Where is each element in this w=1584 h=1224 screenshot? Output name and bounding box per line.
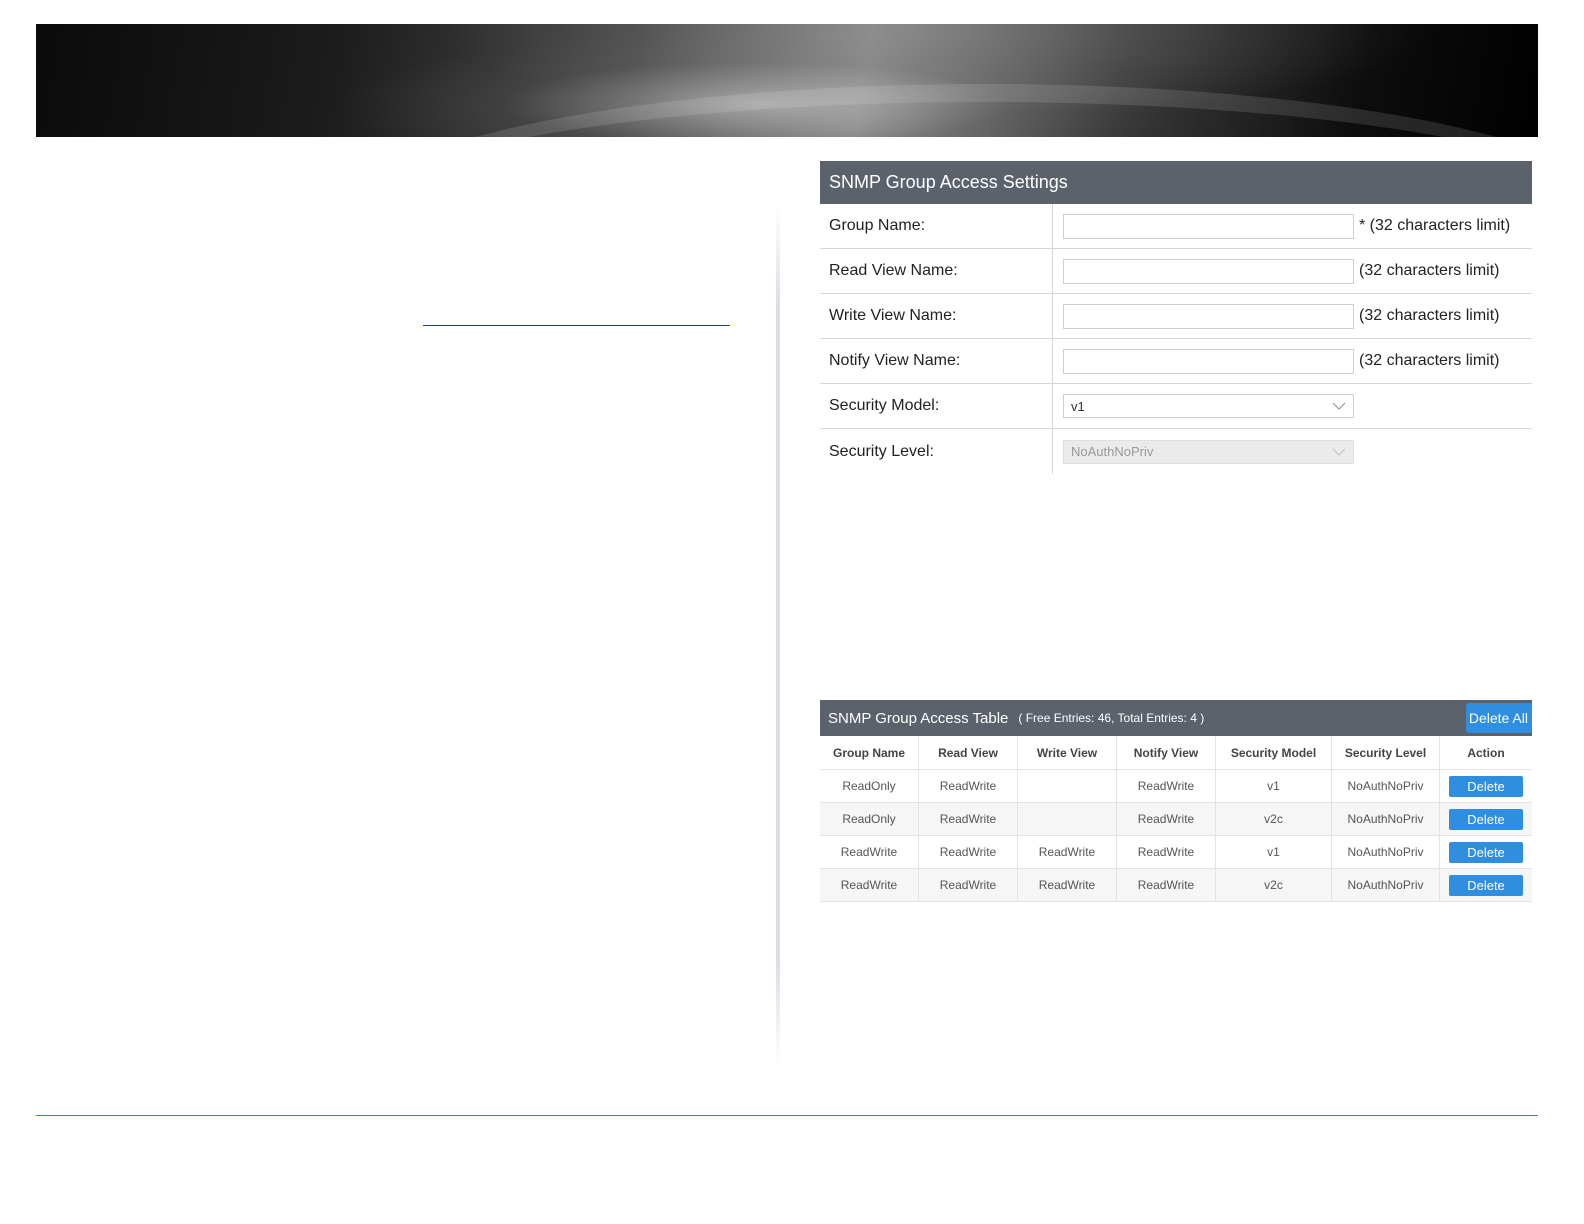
cell-write-view xyxy=(1017,802,1117,836)
notify-view-name-hint: (32 characters limit) xyxy=(1359,352,1500,369)
cell-write-view xyxy=(1017,769,1117,803)
security-level-row: Security Level: NoAuthNoPriv xyxy=(820,429,1532,474)
delete-button[interactable]: Delete xyxy=(1449,841,1523,863)
table-row: ReadOnly ReadWrite ReadWrite v1 NoAuthNo… xyxy=(820,769,1532,803)
cell-action: Delete xyxy=(1439,835,1532,869)
security-model-row: Security Model: v1 xyxy=(820,384,1532,429)
cell-security-model: v1 xyxy=(1215,769,1332,803)
cell-group-name: ReadWrite xyxy=(820,868,919,902)
table-row: ReadWrite ReadWrite ReadWrite ReadWrite … xyxy=(820,835,1532,869)
column-header-write-view: Write View xyxy=(1017,736,1117,770)
cell-read-view: ReadWrite xyxy=(918,868,1018,902)
cell-security-level: NoAuthNoPriv xyxy=(1331,769,1440,803)
column-header-read-view: Read View xyxy=(918,736,1018,770)
read-view-name-row: Read View Name: (32 characters limit) xyxy=(820,249,1532,294)
column-header-security-level: Security Level xyxy=(1331,736,1440,770)
cell-notify-view: ReadWrite xyxy=(1116,868,1216,902)
read-view-name-hint: (32 characters limit) xyxy=(1359,262,1500,279)
delete-button[interactable]: Delete xyxy=(1449,775,1523,797)
cell-notify-view: ReadWrite xyxy=(1116,802,1216,836)
group-access-table: Group Name Read View Write View Notify V… xyxy=(820,736,1532,902)
cell-read-view: ReadWrite xyxy=(918,835,1018,869)
snmp-group-access-table-panel: SNMP Group Access Table ( Free Entries: … xyxy=(820,700,1532,902)
column-header-group-name: Group Name xyxy=(820,736,919,770)
notify-view-name-label: Notify View Name: xyxy=(820,339,1053,383)
group-name-hint: * (32 characters limit) xyxy=(1359,217,1511,234)
cell-notify-view: ReadWrite xyxy=(1116,835,1216,869)
cell-security-model: v1 xyxy=(1215,835,1332,869)
group-name-input[interactable] xyxy=(1063,213,1354,239)
cell-notify-view: ReadWrite xyxy=(1116,769,1216,803)
table-header-bar: SNMP Group Access Table ( Free Entries: … xyxy=(820,700,1532,736)
security-model-select[interactable]: v1 xyxy=(1063,394,1354,418)
column-header-security-model: Security Model xyxy=(1215,736,1332,770)
group-name-label: Group Name: xyxy=(820,204,1053,248)
security-level-select: NoAuthNoPriv xyxy=(1063,439,1354,464)
delete-button[interactable]: Delete xyxy=(1449,808,1523,830)
group-name-row: Group Name: * (32 characters limit) xyxy=(820,204,1532,249)
table-row: ReadOnly ReadWrite ReadWrite v2c NoAuthN… xyxy=(820,802,1532,836)
security-level-selected: NoAuthNoPriv xyxy=(1071,444,1154,459)
delete-all-button[interactable]: Delete All xyxy=(1466,703,1532,733)
cell-security-model: v2c xyxy=(1215,868,1332,902)
cell-group-name: ReadOnly xyxy=(820,802,919,836)
header-banner-sweep xyxy=(36,24,1538,137)
notify-view-name-row: Notify View Name: (32 characters limit) xyxy=(820,339,1532,384)
cell-security-level: NoAuthNoPriv xyxy=(1331,868,1440,902)
write-view-name-row: Write View Name: (32 characters limit) xyxy=(820,294,1532,339)
cell-action: Delete xyxy=(1439,868,1532,902)
cell-security-level: NoAuthNoPriv xyxy=(1331,835,1440,869)
cell-security-level: NoAuthNoPriv xyxy=(1331,802,1440,836)
cell-group-name: ReadWrite xyxy=(820,835,919,869)
security-model-selected: v1 xyxy=(1071,398,1085,414)
table-row: ReadWrite ReadWrite ReadWrite ReadWrite … xyxy=(820,868,1532,902)
notify-view-name-input[interactable] xyxy=(1063,348,1354,374)
cell-group-name: ReadOnly xyxy=(820,769,919,803)
settings-panel-title: SNMP Group Access Settings xyxy=(820,161,1532,204)
cell-action: Delete xyxy=(1439,802,1532,836)
cell-security-model: v2c xyxy=(1215,802,1332,836)
snmp-group-access-settings-panel: SNMP Group Access Settings Group Name: *… xyxy=(820,161,1532,474)
write-view-name-hint: (32 characters limit) xyxy=(1359,307,1500,324)
read-view-name-label: Read View Name: xyxy=(820,249,1053,293)
cell-write-view: ReadWrite xyxy=(1017,835,1117,869)
hyperlink-underline[interactable] xyxy=(423,325,730,326)
footer-rule xyxy=(36,1115,1538,1116)
chevron-down-icon xyxy=(1332,448,1346,456)
chevron-down-icon xyxy=(1332,402,1346,410)
security-level-label: Security Level: xyxy=(820,429,1053,474)
table-entries-summary: ( Free Entries: 46, Total Entries: 4 ) xyxy=(1018,711,1205,725)
page-divider xyxy=(776,205,780,1065)
column-header-notify-view: Notify View xyxy=(1116,736,1216,770)
table-title: SNMP Group Access Table xyxy=(828,709,1009,727)
cell-write-view: ReadWrite xyxy=(1017,868,1117,902)
security-model-label: Security Model: xyxy=(820,384,1053,428)
column-header-action: Action xyxy=(1439,736,1532,770)
cell-action: Delete xyxy=(1439,769,1532,803)
delete-button[interactable]: Delete xyxy=(1449,874,1523,896)
write-view-name-label: Write View Name: xyxy=(820,294,1053,338)
table-header-row: Group Name Read View Write View Notify V… xyxy=(820,736,1532,770)
read-view-name-input[interactable] xyxy=(1063,258,1354,284)
cell-read-view: ReadWrite xyxy=(918,769,1018,803)
cell-read-view: ReadWrite xyxy=(918,802,1018,836)
write-view-name-input[interactable] xyxy=(1063,303,1354,329)
